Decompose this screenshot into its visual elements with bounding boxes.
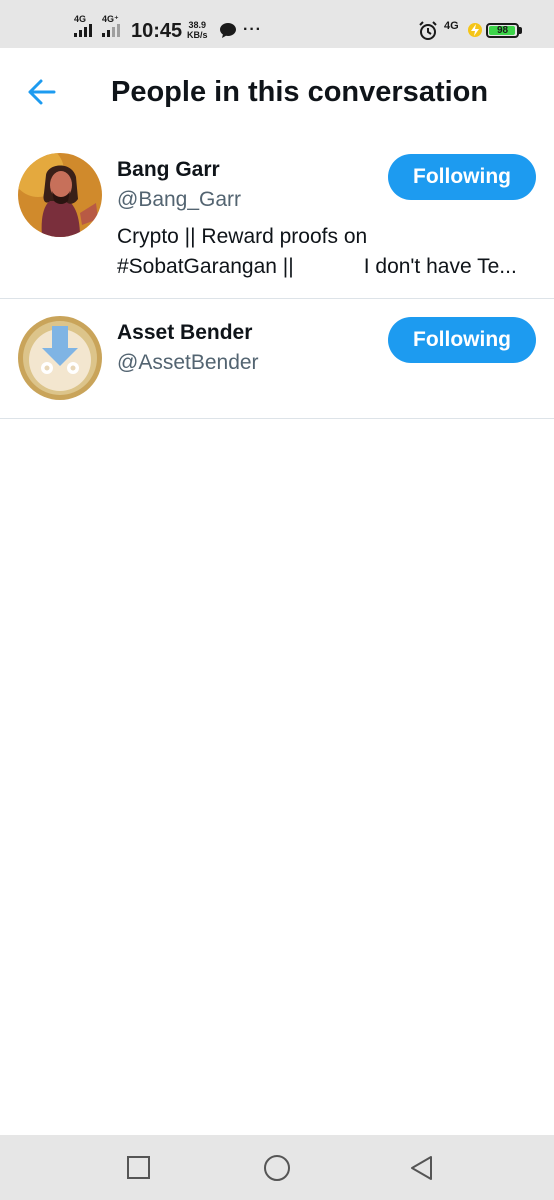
circle-icon bbox=[264, 1155, 290, 1181]
message-icon bbox=[219, 22, 237, 44]
battery-icon: 98 bbox=[486, 23, 519, 38]
portrait-avatar-image bbox=[18, 153, 102, 237]
charging-icon bbox=[467, 22, 483, 43]
following-button[interactable]: Following bbox=[388, 154, 536, 200]
more-notifications: ··· bbox=[243, 21, 262, 38]
clock: 10:45 bbox=[131, 20, 183, 42]
user-handle: @AssetBender bbox=[117, 351, 259, 374]
home-button[interactable] bbox=[262, 1153, 292, 1183]
user-name[interactable]: Asset Bender bbox=[117, 320, 252, 346]
recents-button[interactable] bbox=[124, 1153, 154, 1183]
avatar[interactable] bbox=[18, 316, 102, 400]
page-title: People in this conversation bbox=[111, 76, 489, 108]
battery-percent: 98 bbox=[496, 25, 509, 36]
bio-line: #SobatGarangan || I don't have Te... bbox=[117, 255, 517, 278]
user-name[interactable]: Bang Garr bbox=[117, 157, 220, 183]
square-icon bbox=[127, 1156, 150, 1179]
network-type-right: 4G bbox=[444, 20, 459, 32]
signal-icon-2 bbox=[102, 24, 120, 37]
bio-line: Crypto || Reward proofs on bbox=[117, 225, 368, 248]
back-button[interactable] bbox=[22, 74, 62, 110]
system-nav-bar bbox=[0, 1135, 554, 1200]
status-bar: 4G 4G⁺ 10:45 38.9 KB/s ··· 4G 98 bbox=[0, 0, 554, 48]
airbender-avatar-image bbox=[18, 316, 102, 400]
battery-tip bbox=[519, 27, 522, 34]
avatar[interactable] bbox=[18, 153, 102, 237]
user-handle: @Bang_Garr bbox=[117, 188, 242, 211]
user-row-bang-garr[interactable]: Bang Garr @Bang_Garr Crypto || Reward pr… bbox=[0, 136, 554, 299]
network-type-1: 4G bbox=[74, 14, 87, 24]
user-row-asset-bender[interactable]: Asset Bender @AssetBender Following bbox=[0, 299, 554, 419]
user-bio: Crypto || Reward proofs on #SobatGaranga… bbox=[117, 222, 537, 282]
people-list: Bang Garr @Bang_Garr Crypto || Reward pr… bbox=[0, 136, 554, 419]
triangle-back-icon bbox=[411, 1156, 432, 1180]
following-button[interactable]: Following bbox=[388, 317, 536, 363]
speed-unit: KB/s bbox=[187, 30, 208, 40]
arrow-left-icon bbox=[28, 79, 56, 105]
header: People in this conversation bbox=[0, 48, 554, 137]
alarm-icon bbox=[418, 21, 438, 46]
network-speed: 38.9 KB/s bbox=[187, 20, 208, 40]
network-type-2: 4G⁺ bbox=[102, 14, 119, 24]
back-nav-button[interactable] bbox=[407, 1153, 437, 1183]
speed-value: 38.9 bbox=[188, 20, 207, 30]
signal-icon bbox=[74, 24, 92, 37]
